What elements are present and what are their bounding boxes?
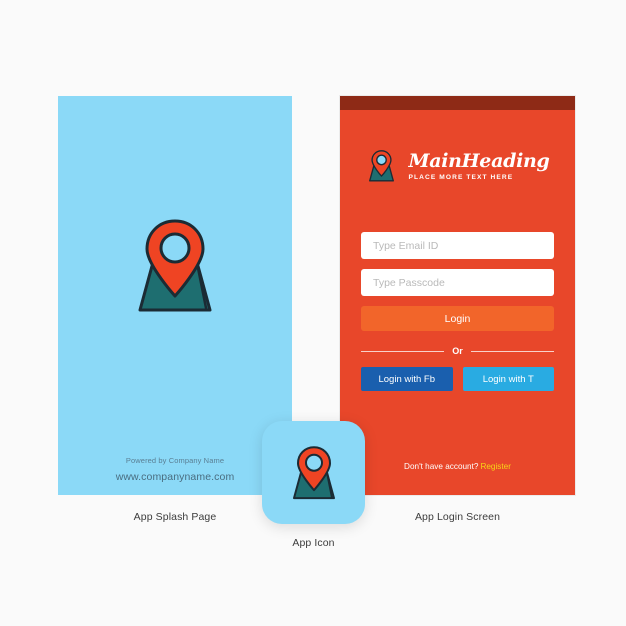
- caption-splash-page: App Splash Page: [133, 511, 217, 523]
- app-mockup-stage: Powered by Company Name www.companyname.…: [0, 0, 626, 626]
- map-pin-logo-icon: [138, 219, 212, 312]
- divider-label: Or: [452, 346, 463, 356]
- app-login-screen: MainHeading PLACE MORE TEXT HERE Login O…: [340, 96, 575, 495]
- sub-heading: PLACE MORE TEXT HERE: [408, 173, 514, 181]
- caption-login-screen: App Login Screen: [414, 511, 501, 523]
- map-pin-logo-icon: [369, 150, 395, 182]
- app-splash-page: Powered by Company Name www.companyname.…: [58, 96, 292, 495]
- splash-logo: [58, 216, 292, 316]
- email-field[interactable]: [361, 232, 554, 259]
- login-header: MainHeading PLACE MORE TEXT HERE: [340, 148, 575, 184]
- status-bar: [340, 96, 575, 110]
- register-prompt: Don't have account?: [404, 462, 479, 471]
- caption-app-icon: App Icon: [292, 537, 335, 549]
- login-with-facebook-button[interactable]: Login with Fb: [361, 367, 453, 391]
- app-icon-tile[interactable]: [262, 421, 365, 524]
- heading-block: MainHeading PLACE MORE TEXT HERE: [408, 149, 550, 181]
- divider-line-left: [361, 350, 445, 352]
- main-heading: MainHeading: [408, 149, 550, 172]
- divider-line-right: [470, 350, 555, 352]
- register-link[interactable]: Register: [480, 462, 511, 471]
- website-text: www.companyname.com: [115, 471, 235, 483]
- login-button[interactable]: Login: [361, 306, 554, 331]
- login-form: Login Or Login with Fb Login with T: [361, 232, 555, 391]
- powered-by-text: Powered by Company Name: [125, 456, 225, 465]
- social-login-row: Login with Fb Login with T: [361, 367, 554, 391]
- or-divider: Or: [361, 346, 555, 356]
- login-with-twitter-button[interactable]: Login with T: [462, 367, 554, 391]
- passcode-field[interactable]: [361, 269, 554, 296]
- splash-footer: Powered by Company Name www.companyname.…: [58, 456, 292, 483]
- map-pin-logo-icon: [292, 445, 335, 499]
- register-row: Don't have account? Register: [340, 462, 575, 471]
